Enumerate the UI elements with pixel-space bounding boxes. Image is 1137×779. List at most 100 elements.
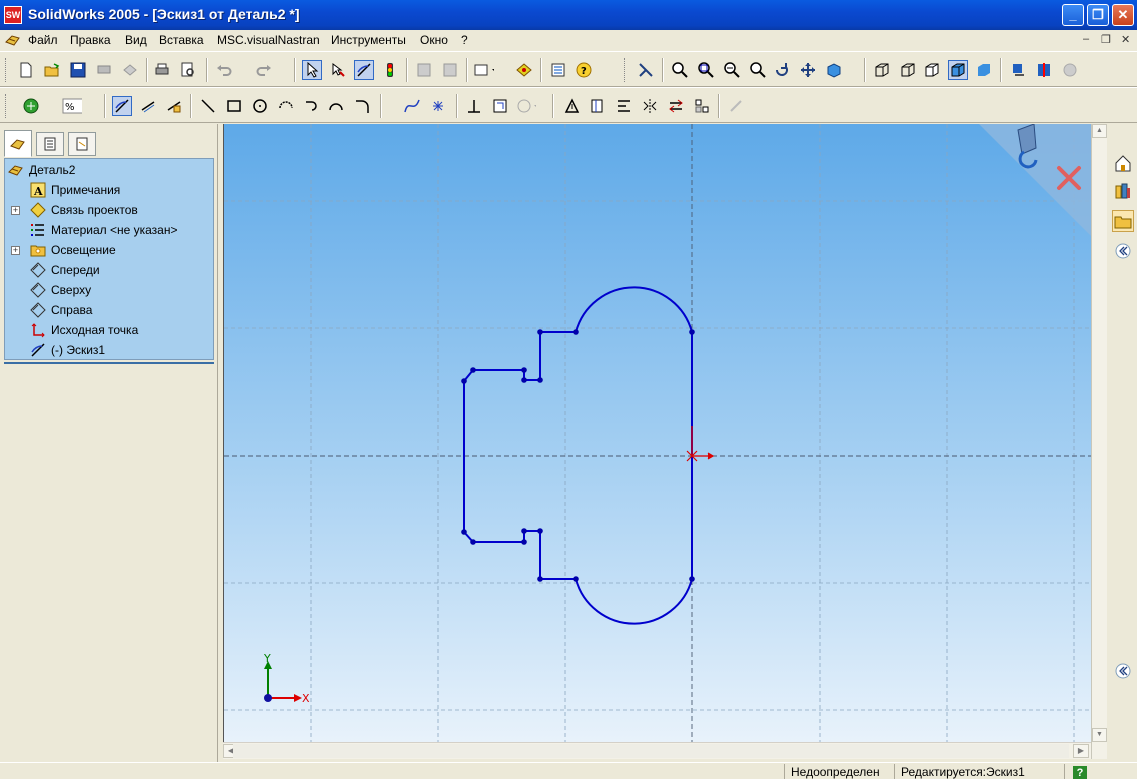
offset-entities-icon[interactable] — [516, 96, 536, 116]
centerpoint-arc-icon[interactable] — [276, 96, 296, 116]
spline-tool-icon[interactable] — [402, 96, 422, 116]
horizontal-scrollbar[interactable]: ◀ ▶ — [223, 742, 1091, 759]
doc-restore-button[interactable]: ❐ — [1101, 33, 1111, 46]
tree-root-item[interactable]: Деталь2 — [7, 161, 75, 179]
help-icon[interactable]: ? — [574, 60, 594, 80]
toolbar-grip[interactable] — [5, 94, 8, 118]
tree-item-top-plane[interactable]: Сверху — [29, 281, 91, 299]
graphics-area[interactable]: Y X — [223, 124, 1091, 742]
tab-property-manager[interactable] — [36, 132, 64, 156]
hatch-options-icon[interactable] — [440, 60, 460, 80]
tree-item-annotations[interactable]: A Примечания — [29, 181, 120, 199]
sketch-icon[interactable] — [112, 96, 132, 116]
properties-list-icon[interactable] — [548, 60, 568, 80]
solidworks-resources-icon[interactable] — [1112, 152, 1134, 174]
smart-dimension-icon[interactable] — [138, 96, 158, 116]
rotate-view-icon[interactable] — [772, 60, 792, 80]
hidden-lines-visible-icon[interactable] — [898, 60, 918, 80]
print-to-paper-icon[interactable] — [94, 60, 114, 80]
shaded-with-edges-icon[interactable] — [948, 60, 968, 80]
zoom-to-area-icon[interactable] — [696, 60, 716, 80]
toolbar-grip[interactable] — [5, 58, 8, 82]
mirror-entities-icon[interactable] — [640, 96, 660, 116]
scroll-up-arrow-icon[interactable]: ▲ — [1092, 124, 1107, 138]
options-dropdown-icon[interactable] — [474, 60, 494, 80]
extend-entities-icon[interactable] — [614, 96, 634, 116]
file-explorer-icon[interactable] — [514, 60, 534, 80]
sketch-mode-icon[interactable] — [354, 60, 374, 80]
tree-item-right-plane[interactable]: Справа — [29, 301, 92, 319]
rebuild-traffic-light-icon[interactable] — [380, 60, 400, 80]
open-file-icon[interactable] — [42, 60, 62, 80]
hidden-lines-removed-icon[interactable] — [922, 60, 942, 80]
zoom-to-selection-icon[interactable] — [748, 60, 768, 80]
maximize-button[interactable]: ❐ — [1087, 4, 1109, 26]
realview-icon[interactable] — [1060, 60, 1080, 80]
3-point-arc-icon[interactable] — [326, 96, 346, 116]
collapse-pane-bottom-icon[interactable] — [1112, 660, 1134, 682]
circle-tool-icon[interactable] — [250, 96, 270, 116]
undo-icon[interactable] — [214, 60, 234, 80]
menu-window[interactable]: Окно — [420, 33, 448, 47]
view-cube-dropdown-icon[interactable] — [826, 60, 846, 80]
repair-sketch-icon[interactable] — [726, 96, 746, 116]
solidworks-app-icon[interactable]: SW — [4, 6, 22, 24]
point-tool-icon[interactable] — [428, 96, 448, 116]
convert-entities-icon[interactable] — [490, 96, 510, 116]
close-button[interactable]: ✕ — [1112, 4, 1134, 26]
move-entities-icon[interactable] — [666, 96, 686, 116]
menu-help[interactable]: ? — [461, 33, 468, 47]
sketch-entity-dropdown-icon[interactable] — [22, 96, 42, 116]
tangent-arc-icon[interactable] — [302, 96, 322, 116]
wireframe-icon[interactable] — [872, 60, 892, 80]
tab-configuration-manager[interactable] — [68, 132, 96, 156]
print-icon[interactable] — [152, 60, 172, 80]
make-assembly-icon[interactable] — [120, 60, 140, 80]
centerline-icon[interactable] — [464, 96, 484, 116]
zoom-to-fit-icon[interactable] — [670, 60, 690, 80]
select-pointer-icon[interactable] — [302, 60, 322, 80]
tree-item-sketch1[interactable]: (-) Эскиз1 — [29, 341, 105, 359]
sketch-fillet-icon[interactable] — [352, 96, 372, 116]
menu-file[interactable]: Файл — [28, 33, 58, 47]
3d-sketch-icon[interactable] — [164, 96, 184, 116]
shaded-icon[interactable] — [974, 60, 994, 80]
doc-close-button[interactable]: ✕ — [1121, 33, 1130, 46]
doc-minimize-button[interactable]: – — [1083, 33, 1089, 45]
shadows-icon[interactable] — [1008, 60, 1028, 80]
menu-view[interactable]: Вид — [125, 33, 147, 47]
new-file-icon[interactable] — [16, 60, 36, 80]
tree-item-front-plane[interactable]: Спереди — [29, 261, 100, 279]
tab-feature-manager[interactable] — [4, 130, 32, 157]
dimension-dropdown-icon[interactable]: % — [62, 96, 82, 116]
tree-item-material[interactable]: Материал <не указан> — [29, 221, 177, 239]
redo-icon[interactable] — [254, 60, 274, 80]
trim-entities-icon[interactable] — [588, 96, 608, 116]
linear-pattern-icon[interactable] — [692, 96, 712, 116]
scroll-right-arrow-icon[interactable]: ▶ — [1073, 744, 1089, 758]
save-icon[interactable] — [68, 60, 88, 80]
collapse-pane-top-icon[interactable] — [1112, 240, 1134, 262]
menu-insert[interactable]: Вставка — [159, 33, 204, 47]
scroll-thumb[interactable] — [233, 744, 1069, 758]
tree-item-lighting[interactable]: Освещение — [29, 241, 116, 259]
toolbar-grip[interactable] — [624, 58, 627, 82]
menu-msc-visualnastran[interactable]: MSC.visualNastran — [217, 33, 320, 47]
scroll-down-arrow-icon[interactable]: ▼ — [1092, 728, 1107, 742]
part-document-icon[interactable] — [4, 32, 22, 48]
menu-edit[interactable]: Правка — [70, 33, 111, 47]
design-library-icon[interactable] — [1112, 180, 1134, 202]
pan-view-icon[interactable] — [798, 60, 818, 80]
expand-design-binder-button[interactable]: + — [11, 206, 20, 215]
section-view-icon[interactable] — [1034, 60, 1054, 80]
rebuild-select-icon[interactable] — [328, 60, 348, 80]
tree-item-origin[interactable]: Исходная точка — [29, 321, 138, 339]
grid-options-icon[interactable] — [414, 60, 434, 80]
menu-tools[interactable]: Инструменты — [331, 33, 406, 47]
add-relation-icon[interactable] — [562, 96, 582, 116]
minimize-button[interactable]: _ — [1062, 4, 1084, 26]
line-tool-icon[interactable] — [198, 96, 218, 116]
tree-item-design-binder[interactable]: Связь проектов — [29, 201, 138, 219]
expand-lighting-button[interactable]: + — [11, 246, 20, 255]
vertical-scrollbar[interactable]: ▲ ▼ — [1091, 124, 1107, 759]
